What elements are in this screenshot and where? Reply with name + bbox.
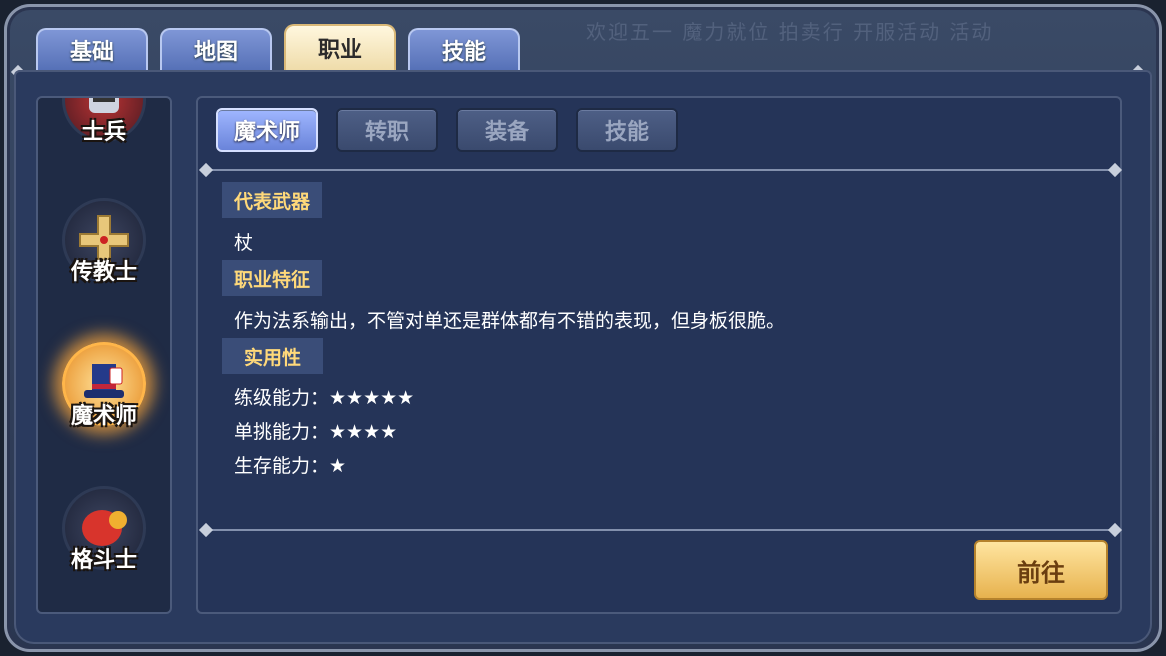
solo-rating: 单挑能力：★★★★ [234,421,398,443]
subtab-job-change[interactable]: 转职 [336,108,438,152]
class-item-fighter[interactable]: 格斗士 [38,486,170,596]
tab-map[interactable]: 地图 [160,28,272,70]
trait-label: 职业特征 [222,260,323,296]
divider-ornament [198,162,214,178]
panel-divider-bottom [206,529,1112,531]
subtab-magician[interactable]: 魔术师 [216,108,318,152]
panel-divider-top [206,169,1112,171]
divider-ornament [1107,522,1123,538]
survival-rating: 生存能力：★ [234,455,347,477]
background-text: 欢迎五一 魔力就位 拍卖行 开服活动 活动 [586,20,994,44]
class-list[interactable]: 士兵 传教士 魔术师 格斗士 [36,96,172,614]
sub-tab-bar: 魔术师 转职 装备 技能 [216,108,678,152]
divider-ornament [198,522,214,538]
subtab-skills[interactable]: 技能 [576,108,678,152]
class-item-priest[interactable]: 传教士 [38,198,170,308]
divider-ornament [1107,162,1123,178]
class-label: 魔术师 [70,404,137,429]
class-detail-panel: 魔术师 转职 装备 技能 代表武器 杖 职业特征 作为法系输出，不管对单还是群体… [196,96,1123,614]
tab-basic[interactable]: 基础 [36,28,148,70]
class-label: 传教士 [70,260,137,285]
go-button[interactable]: 前往 [974,540,1108,600]
weapon-label: 代表武器 [222,182,323,218]
leveling-rating: 练级能力：★★★★★ [234,387,415,409]
class-item-magician[interactable]: 魔术师 [38,342,170,452]
subtab-equipment[interactable]: 装备 [456,108,558,152]
tab-skill[interactable]: 技能 [408,28,520,70]
top-tab-bar: 基础 地图 职业 技能 [36,24,520,70]
trait-value: 作为法系输出，不管对单还是群体都有不错的表现，但身板很脆。 [234,310,786,332]
class-item-soldier[interactable]: 士兵 [38,98,170,168]
class-label: 格斗士 [70,548,137,573]
utility-label: 实用性 [222,338,324,374]
tab-class[interactable]: 职业 [284,24,396,70]
weapon-value: 杖 [234,232,254,254]
class-label: 士兵 [81,120,126,145]
